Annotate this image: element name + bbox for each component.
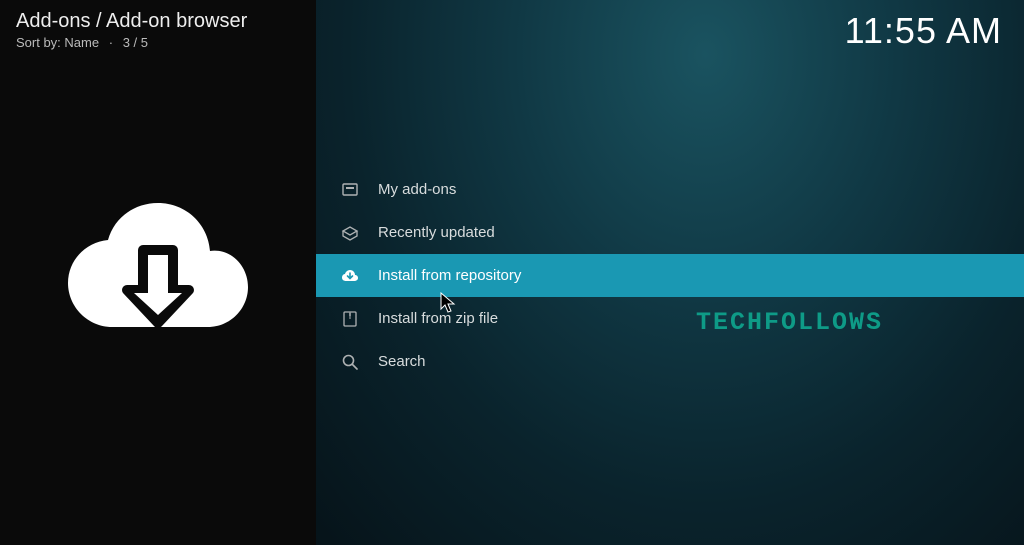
- menu-item-install-from-repository[interactable]: Install from repository: [316, 254, 1024, 297]
- menu-item-label: Search: [378, 353, 426, 370]
- zip-file-icon: [340, 309, 360, 329]
- menu-item-my-addons[interactable]: My add-ons: [316, 168, 1024, 211]
- menu-item-label: Recently updated: [378, 224, 495, 241]
- cloud-download-large-icon: [68, 195, 248, 350]
- main-panel: 11:55 AM My add-ons Recently updated Ins…: [316, 0, 1024, 545]
- menu-item-label: Install from zip file: [378, 310, 498, 327]
- search-icon: [340, 352, 360, 372]
- menu-item-label: Install from repository: [378, 267, 521, 284]
- section-artwork: [16, 10, 300, 535]
- addon-menu: My add-ons Recently updated Install from…: [316, 168, 1024, 383]
- menu-item-recently-updated[interactable]: Recently updated: [316, 211, 1024, 254]
- sidebar: Add-ons / Add-on browser Sort by: Name ·…: [0, 0, 316, 545]
- box-open-icon: [340, 223, 360, 243]
- clock: 11:55 AM: [845, 10, 1002, 52]
- menu-item-label: My add-ons: [378, 181, 456, 198]
- my-addons-icon: [340, 180, 360, 200]
- menu-item-search[interactable]: Search: [316, 340, 1024, 383]
- menu-item-install-from-zip[interactable]: Install from zip file: [316, 297, 1024, 340]
- cloud-download-icon: [340, 266, 360, 286]
